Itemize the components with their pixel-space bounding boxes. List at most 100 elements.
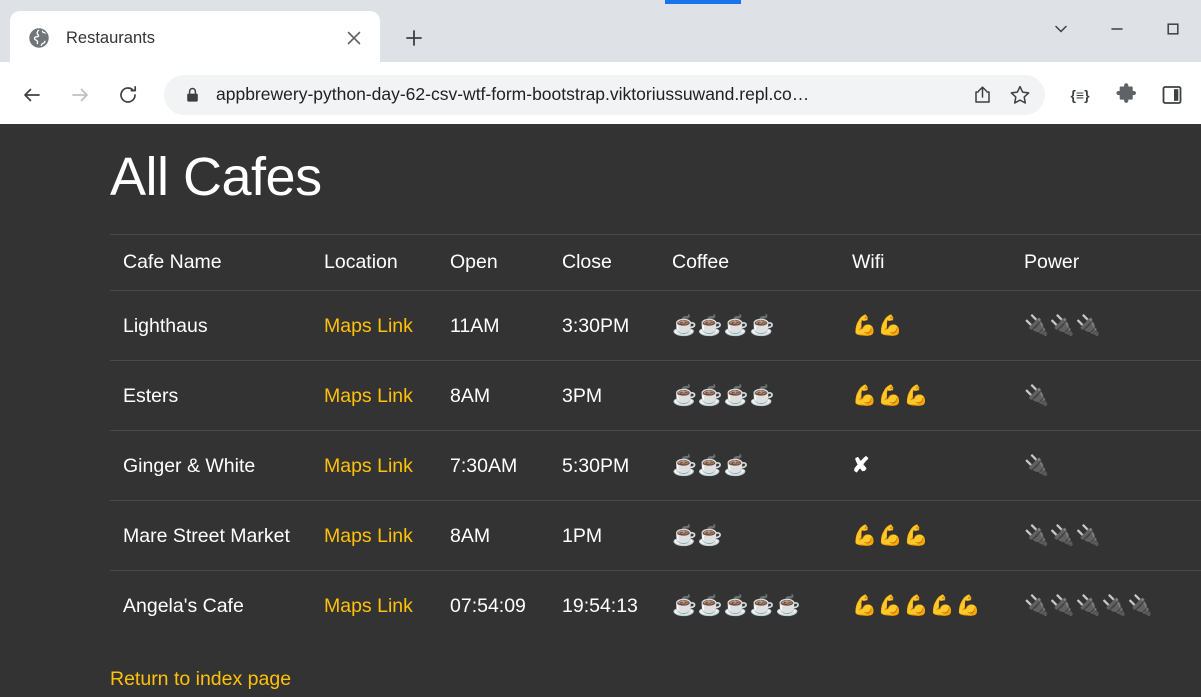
table-row: Angela's Cafe Maps Link 07:54:09 19:54:13 ☕☕… xyxy=(110,570,1201,641)
cell-coffee-rating: ☕☕☕☕☕ xyxy=(672,570,852,641)
cell-close: 19:54:13 xyxy=(562,570,672,641)
tab-strip: Restaurants xyxy=(0,0,1201,65)
tabstrip-divider xyxy=(0,62,1201,65)
power-icon-group: 🔌🔌🔌 xyxy=(1024,524,1102,547)
cell-power-rating: 🔌 xyxy=(1024,430,1201,501)
tab-title: Restaurants xyxy=(66,28,155,47)
power-icon-group: 🔌 xyxy=(1024,454,1050,477)
back-arrow-icon[interactable] xyxy=(10,73,54,117)
maps-link[interactable]: Maps Link xyxy=(324,595,413,617)
window-controls xyxy=(1033,0,1201,58)
cell-location: Maps Link xyxy=(324,500,450,571)
column-header-wifi: Wifi xyxy=(852,234,1024,292)
cell-coffee-rating: ☕☕☕☕ xyxy=(672,291,852,361)
table-header-row: Cafe Name Location Open Close Coffee Wif… xyxy=(110,234,1201,292)
cell-close: 3:30PM xyxy=(562,314,630,337)
address-bar[interactable]: appbrewery-python-day-62-csv-wtf-form-bo… xyxy=(164,74,1045,115)
browser-toolbar: appbrewery-python-day-62-csv-wtf-form-bo… xyxy=(0,65,1201,124)
page-viewport: All Cafes Cafe Name Location Open Close … xyxy=(0,124,1201,697)
forward-arrow-icon[interactable] xyxy=(58,73,102,117)
cell-location: Maps Link xyxy=(324,360,450,431)
side-panel-icon[interactable] xyxy=(1153,76,1191,114)
cell-location: Maps Link xyxy=(324,570,450,641)
reload-icon[interactable] xyxy=(106,73,150,117)
wifi-icon-group: 💪💪💪💪💪 xyxy=(852,594,982,617)
page-title: All Cafes xyxy=(110,147,322,207)
cell-coffee-rating: ☕☕ xyxy=(672,500,852,571)
cell-wifi-rating: 💪💪💪💪💪 xyxy=(852,570,1024,641)
wifi-icon-group: 💪💪 xyxy=(852,314,904,337)
power-icon-group: 🔌🔌🔌🔌🔌 xyxy=(1024,594,1154,617)
cafes-table: Cafe Name Location Open Close Coffee Wif… xyxy=(110,234,1201,641)
power-icon-group: 🔌🔌🔌 xyxy=(1024,314,1102,337)
cell-power-rating: 🔌🔌🔌 xyxy=(1024,291,1201,361)
cell-wifi-rating: ✘ xyxy=(852,430,1024,501)
active-tab-indicator xyxy=(665,0,741,4)
cell-open: 07:54:09 xyxy=(450,570,562,641)
return-to-index-link[interactable]: Return to index page xyxy=(110,668,291,691)
maps-link[interactable]: Maps Link xyxy=(324,525,413,547)
table-row: Mare Street Market Maps Link 8AM 1PM ☕☕ 💪💪💪 🔌🔌… xyxy=(110,500,1201,571)
minimize-icon[interactable] xyxy=(1089,0,1145,58)
cell-open: 8AM xyxy=(450,360,562,431)
cell-open: 11AM xyxy=(450,314,500,337)
table-row: Esters Maps Link 8AM 3PM ☕☕☕☕ 💪💪💪 🔌 xyxy=(110,360,1201,431)
wifi-icon-group: 💪💪💪 xyxy=(852,524,930,547)
table-header: Cafe Name Location Open Close Coffee Wif… xyxy=(110,234,1201,292)
cell-cafe-name: Mare Street Market xyxy=(110,500,324,571)
cell-wifi-rating: 💪💪💪 xyxy=(852,500,1024,571)
cell-open: 8AM xyxy=(450,500,562,571)
cell-wifi-rating: 💪💪💪 xyxy=(852,360,1024,431)
table-body: Lighthaus Maps Link 11AM 3:30PM ☕☕☕☕ 💪💪 🔌🔌🔌 Est… xyxy=(110,291,1201,641)
page-container: All Cafes Cafe Name Location Open Close … xyxy=(0,124,1201,691)
browser-window: Restaurants appbrewery-python-day-62-csv… xyxy=(0,0,1201,697)
share-icon[interactable] xyxy=(965,78,999,112)
coffee-icon-group: ☕☕☕☕ xyxy=(672,384,776,407)
coffee-icon-group: ☕☕☕ xyxy=(672,454,750,477)
cell-cafe-name: Lighthaus xyxy=(123,314,208,337)
cell-power-rating: 🔌 xyxy=(1024,360,1201,431)
column-header-cafe-name: Cafe Name xyxy=(110,234,324,292)
column-header-power: Power xyxy=(1024,234,1201,292)
coffee-icon-group: ☕☕☕☕☕ xyxy=(672,594,802,617)
maps-link[interactable]: Maps Link xyxy=(324,455,413,477)
cell-location: Maps Link xyxy=(324,291,450,361)
maximize-icon[interactable] xyxy=(1145,0,1201,58)
wifi-icon-group: 💪💪💪 xyxy=(852,384,930,407)
cell-wifi-rating: 💪💪 xyxy=(852,291,1024,361)
no-wifi-cross-icon: ✘ xyxy=(852,453,871,477)
maps-link[interactable]: Maps Link xyxy=(324,385,413,407)
maps-link[interactable]: Maps Link xyxy=(324,315,413,337)
coffee-icon-group: ☕☕ xyxy=(672,524,724,547)
cell-location: Maps Link xyxy=(324,430,450,501)
column-header-location: Location xyxy=(324,234,450,292)
cell-close: 3PM xyxy=(562,360,672,431)
cell-coffee-rating: ☕☕☕ xyxy=(672,430,852,501)
cell-cafe-name: Esters xyxy=(110,360,324,431)
table-row: Lighthaus Maps Link 11AM 3:30PM ☕☕☕☕ 💪💪 🔌🔌🔌 xyxy=(110,291,1201,361)
cell-coffee-rating: ☕☕☕☕ xyxy=(672,360,852,431)
star-icon[interactable] xyxy=(1003,78,1037,112)
cell-open: 7:30AM xyxy=(450,430,562,501)
column-header-open: Open xyxy=(450,234,562,292)
cell-close: 5:30PM xyxy=(562,430,672,501)
cell-cafe-name: Ginger & White xyxy=(110,430,324,501)
reading-list-icon[interactable]: {≡} xyxy=(1061,76,1099,114)
cell-power-rating: 🔌🔌🔌 xyxy=(1024,500,1201,571)
table-row: Ginger & White Maps Link 7:30AM 5:30PM ☕☕☕ ✘ 🔌 xyxy=(110,430,1201,501)
cell-power-rating: 🔌🔌🔌🔌🔌 xyxy=(1024,570,1201,641)
new-tab-button[interactable] xyxy=(394,18,434,58)
cell-close: 1PM xyxy=(562,500,672,571)
column-header-close: Close xyxy=(562,234,672,292)
close-icon[interactable] xyxy=(340,24,368,52)
lock-icon xyxy=(182,87,202,103)
tab-search-chevron-icon[interactable] xyxy=(1033,0,1089,58)
puzzle-icon[interactable] xyxy=(1107,76,1145,114)
url-text: appbrewery-python-day-62-csv-wtf-form-bo… xyxy=(216,84,810,104)
cell-cafe-name: Angela's Cafe xyxy=(110,570,324,641)
browser-tab-restaurants[interactable]: Restaurants xyxy=(10,11,380,65)
globe-icon xyxy=(28,27,50,49)
coffee-icon-group: ☕☕☕☕ xyxy=(672,314,776,337)
power-icon-group: 🔌 xyxy=(1024,384,1050,407)
column-header-coffee: Coffee xyxy=(672,234,852,292)
